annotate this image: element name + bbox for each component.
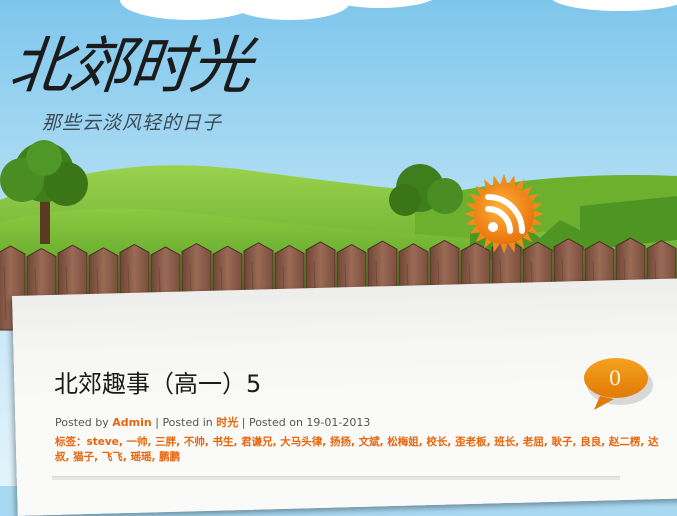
post-meta: Posted by Admin | Posted in 时光 | Posted … [55, 416, 370, 430]
tag-link[interactable]: 校长 [426, 436, 447, 448]
comment-bubble-icon[interactable] [580, 354, 656, 414]
tag-link[interactable]: steve [87, 436, 119, 448]
tag-separator: , [350, 436, 359, 448]
tag-link[interactable]: 大马头律 [280, 436, 322, 448]
tag-link[interactable]: 扬扬 [330, 436, 351, 448]
tag-list: 标签：steve, 一帅, 三胖, 不帅, 书生, 君谦兄, 大马头律, 扬扬,… [55, 435, 659, 465]
site-tagline: 那些云淡风轻的日子 [42, 112, 223, 134]
sun-ray [500, 174, 508, 185]
sun-ray [464, 210, 475, 218]
tag-link[interactable]: 班长 [494, 436, 515, 448]
author-link[interactable]: Admin [112, 416, 151, 429]
posted-by-label: Posted by [55, 416, 109, 429]
tag-separator: , [233, 436, 242, 448]
sun-ray [533, 210, 544, 218]
tags-label: 标签： [55, 436, 87, 448]
category-link[interactable]: 时光 [216, 416, 238, 429]
site-title[interactable]: 北郊时光 [6, 28, 254, 104]
sun-ray [500, 243, 508, 254]
tag-link[interactable]: 三胖 [155, 436, 176, 448]
posted-in-label: Posted in [162, 416, 213, 429]
post-date: 19-01-2013 [306, 416, 371, 429]
tag-separator: , [322, 436, 330, 448]
tag-separator: , [447, 436, 456, 448]
posted-on-label: Posted on [248, 416, 303, 429]
tag-link[interactable]: 书生 [212, 436, 233, 448]
tag-separator: , [65, 451, 74, 463]
tag-link[interactable]: 飞飞 [102, 451, 123, 463]
tag-separator: , [601, 436, 609, 448]
tag-link[interactable]: 歪老板 [455, 436, 487, 448]
tag-link[interactable]: 鹏鹏 [159, 451, 180, 463]
tag-link[interactable]: 耿子 [552, 436, 573, 448]
tag-link[interactable]: 松梅姐 [387, 436, 419, 448]
tag-separator: , [176, 436, 184, 448]
tag-separator: , [118, 436, 127, 448]
tag-link[interactable]: 瑶瑶 [130, 451, 151, 463]
meta-separator: | [155, 416, 159, 429]
tag-link[interactable]: 不帅 [184, 436, 205, 448]
tag-separator: , [515, 436, 523, 448]
tag-link[interactable]: 赵二楞 [609, 436, 641, 448]
post-title[interactable]: 北郊趣事（高一）5 [54, 364, 261, 404]
tag-separator: , [151, 451, 160, 463]
tag-separator: , [543, 436, 552, 448]
rss-icon[interactable] [462, 172, 546, 256]
tag-link[interactable]: 文斌 [359, 436, 380, 448]
tag-link[interactable]: 一帅 [127, 436, 148, 448]
tag-link[interactable]: 老屈 [523, 436, 544, 448]
tag-link[interactable]: 良良 [580, 436, 601, 448]
tag-link[interactable]: 君谦兄 [241, 436, 273, 448]
tag-separator: , [94, 451, 102, 463]
meta-separator: | [241, 416, 246, 429]
tag-link[interactable]: 猫子 [73, 451, 94, 463]
content-divider [52, 476, 620, 480]
tag-separator: , [640, 436, 649, 448]
